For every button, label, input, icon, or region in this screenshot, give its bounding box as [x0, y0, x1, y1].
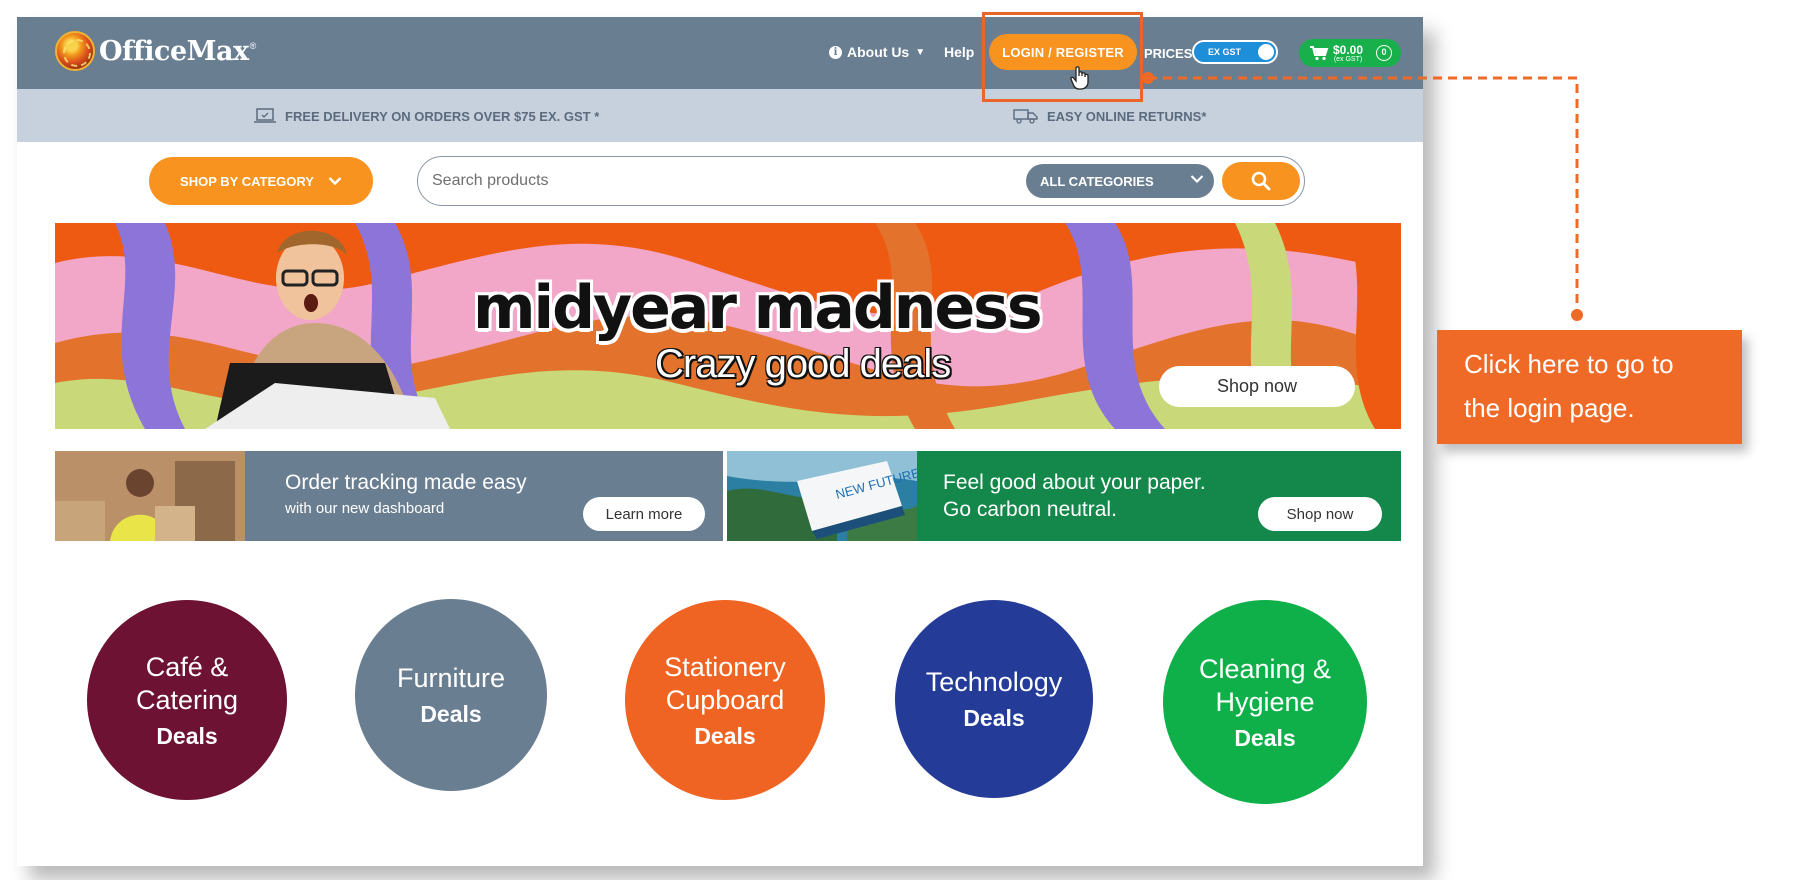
gst-toggle-label: EX GST	[1208, 47, 1242, 57]
cart-tax-note: (ex GST)	[1333, 55, 1363, 63]
paper-shop-now-button[interactable]: Shop now	[1258, 497, 1382, 531]
category-name: Furniture	[396, 663, 506, 693]
paper-ream-coastline-photo: NEW FUTURE	[727, 451, 917, 541]
cafe-catering-deals-circle[interactable]: Café & Catering Deals	[87, 600, 287, 800]
stationery-cupboard-deals-circle[interactable]: Stationery Cupboard Deals	[625, 600, 825, 800]
warehouse-worker-photo	[55, 451, 245, 541]
hero-title: midyear madness	[473, 273, 1043, 343]
laptop-icon	[254, 108, 276, 123]
order-tracking-title: Order tracking made easy	[285, 471, 527, 494]
cart-amount: $0.00	[1333, 42, 1364, 57]
category-name: Café & Catering	[135, 651, 239, 715]
info-strip: FREE DELIVERY ON ORDERS OVER $75 EX. GST…	[17, 89, 1423, 142]
hero-shop-now-button[interactable]: Shop now	[1159, 366, 1355, 407]
category-deals-label: Deals	[1234, 724, 1296, 751]
login-callout: Click here to go to the login page.	[1437, 330, 1742, 444]
about-us-label: About Us	[847, 44, 910, 60]
carbon-neutral-title-line2: Go carbon neutral.	[943, 498, 1117, 521]
hero-banner[interactable]: midyear madness Crazy good deals Shop no…	[55, 223, 1401, 429]
category-deals-label: Deals	[420, 701, 482, 727]
chevron-down-icon	[1190, 175, 1204, 184]
category-name: Stationery Cupboard	[664, 651, 786, 715]
chevron-down-icon	[328, 177, 342, 186]
login-highlight-box	[982, 12, 1143, 102]
caret-down-icon: ▼	[915, 46, 926, 58]
cart-total: $0.00 (ex GST)	[1333, 44, 1363, 63]
technology-deals-circle[interactable]: Technology Deals	[895, 600, 1093, 798]
free-delivery-text: FREE DELIVERY ON ORDERS OVER $75 EX. GST…	[285, 108, 600, 124]
gst-price-toggle[interactable]: EX GST	[1192, 40, 1278, 64]
about-us-menu[interactable]: i About Us ▼	[829, 44, 925, 60]
search-input[interactable]	[432, 169, 1012, 193]
toggle-knob	[1258, 44, 1274, 60]
category-deals-label: Deals	[963, 705, 1025, 731]
truck-icon	[1013, 109, 1038, 124]
order-tracking-subtitle: with our new dashboard	[285, 500, 445, 517]
cart-button[interactable]: $0.00 (ex GST) 0	[1299, 39, 1401, 67]
officemax-logo[interactable]: OfficeMax ®	[55, 29, 256, 73]
furniture-deals-circle[interactable]: Furniture Deals	[355, 599, 547, 791]
search-icon	[1251, 171, 1271, 191]
shop-by-category-button[interactable]: SHOP BY CATEGORY	[149, 157, 373, 205]
logo-trademark: ®	[249, 41, 257, 51]
tutorial-screenshot: OfficeMax ® i About Us ▼ Help LOGIN / RE…	[0, 0, 1800, 880]
cart-count-badge: 0	[1376, 45, 1392, 61]
help-link[interactable]: Help	[944, 44, 974, 60]
carbon-neutral-title-line1: Feel good about your paper.	[943, 471, 1206, 494]
cleaning-hygiene-deals-circle[interactable]: Cleaning & Hygiene Deals	[1163, 600, 1367, 804]
callout-line-2: the login page.	[1464, 393, 1635, 423]
category-name: Cleaning & Hygiene	[1198, 653, 1332, 717]
officemax-homepage: OfficeMax ® i About Us ▼ Help LOGIN / RE…	[17, 17, 1423, 866]
learn-more-button[interactable]: Learn more	[583, 497, 705, 531]
shop-by-category-label: SHOP BY CATEGORY	[180, 173, 314, 189]
callout-line-1: Click here to go to	[1464, 349, 1674, 379]
easy-returns-text: EASY ONLINE RETURNS*	[1047, 108, 1207, 124]
category-name: Technology	[925, 667, 1063, 697]
info-icon: i	[829, 45, 842, 59]
cursor-hand-icon	[1070, 66, 1089, 90]
category-deals-label: Deals	[694, 722, 756, 749]
logo-ball-icon	[55, 31, 95, 71]
carbon-neutral-paper-promo[interactable]: NEW FUTURE Feel good about your paper. G…	[727, 451, 1401, 541]
hero-subtitle: Crazy good deals	[655, 342, 951, 386]
cart-icon	[1310, 46, 1329, 61]
free-delivery-notice[interactable]: FREE DELIVERY ON ORDERS OVER $75 EX. GST…	[253, 108, 599, 124]
category-select-value: ALL CATEGORIES	[1040, 173, 1154, 189]
site-header: OfficeMax ® i About Us ▼ Help LOGIN / RE…	[17, 17, 1423, 89]
search-bar: ALL CATEGORIES	[417, 156, 1305, 206]
logo-text: OfficeMax	[99, 35, 249, 67]
order-tracking-promo[interactable]: Order tracking made easy with our new da…	[55, 451, 723, 541]
category-select[interactable]: ALL CATEGORIES	[1026, 164, 1214, 198]
category-deals-label: Deals	[156, 722, 218, 749]
easy-returns-notice[interactable]: EASY ONLINE RETURNS*	[1013, 108, 1206, 124]
search-button[interactable]	[1222, 162, 1300, 200]
prices-label: PRICES	[1144, 46, 1193, 61]
